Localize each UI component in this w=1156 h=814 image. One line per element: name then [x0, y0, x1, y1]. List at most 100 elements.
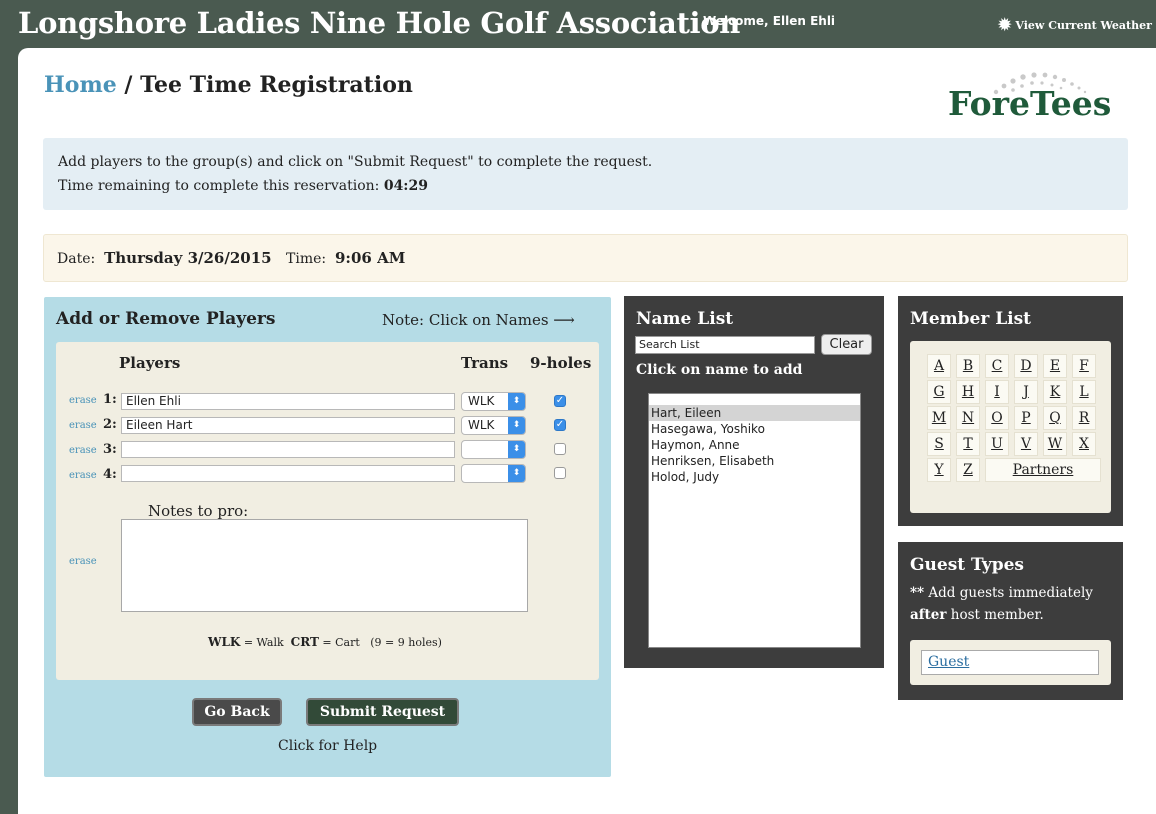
member-letter-a[interactable]: A	[927, 354, 951, 378]
guest-note-stars: **	[910, 585, 925, 601]
legend-wlk-text: = Walk	[240, 636, 291, 649]
guest-types-panel: Guest Types ** Add guests immediately af…	[898, 542, 1123, 700]
weather-label: View Current Weather	[1015, 19, 1152, 32]
player-number-3: 3:	[103, 442, 117, 457]
erase-link-2[interactable]: erase	[69, 420, 97, 431]
date-field: Date: Thursday 3/26/2015	[57, 249, 272, 267]
countdown-label: Time remaining to complete this reservat…	[58, 178, 384, 194]
notes-to-pro-textarea[interactable]	[121, 519, 528, 612]
name-option[interactable]: Haymon, Anne	[649, 437, 860, 453]
member-letter-w[interactable]: W	[1043, 432, 1067, 456]
nine-holes-checkbox-2[interactable]: ✓	[554, 419, 566, 431]
time-field: Time: 9:06 AM	[286, 249, 405, 267]
member-letter-l[interactable]: L	[1072, 380, 1096, 404]
member-letter-o[interactable]: O	[985, 406, 1009, 430]
member-letter-c[interactable]: C	[985, 354, 1009, 378]
name-option[interactable]: Holod, Judy	[649, 469, 860, 485]
player-number-2: 2:	[103, 417, 117, 432]
member-letter-h[interactable]: H	[956, 380, 980, 404]
trans-select-1[interactable]: WLK ⬍	[461, 392, 526, 411]
member-letter-e[interactable]: E	[1043, 354, 1067, 378]
legend-crt-text: = Cart (9 = 9 holes)	[318, 636, 442, 649]
legend-crt: CRT	[290, 635, 319, 649]
member-letter-q[interactable]: Q	[1043, 406, 1067, 430]
player-number-1: 1:	[103, 392, 117, 407]
players-panel: Add or Remove Players Note: Click on Nam…	[44, 297, 611, 777]
trans-select-3[interactable]: ⬍	[461, 440, 526, 459]
member-letter-v[interactable]: V	[1014, 432, 1038, 456]
players-form: Players Trans 9-holes erase 1: Ellen Ehl…	[56, 342, 599, 680]
member-letter-g[interactable]: G	[927, 380, 951, 404]
name-list-panel: Name List Search List Clear Click on nam…	[624, 296, 884, 668]
player-number-4: 4:	[103, 467, 117, 482]
name-option[interactable]: Hasegawa, Yoshiko	[649, 421, 860, 437]
member-letter-n[interactable]: N	[956, 406, 980, 430]
trans-select-4[interactable]: ⬍	[461, 464, 526, 483]
instructions-banner: Add players to the group(s) and click on…	[43, 138, 1128, 210]
top-bar: Longshore Ladies Nine Hole Golf Associat…	[0, 0, 1156, 48]
member-letter-z[interactable]: Z	[956, 458, 980, 482]
member-letter-b[interactable]: B	[956, 354, 980, 378]
member-list-panel: Member List A B C D E F G H I J K L M N O P Q R S T U V W X Y Z Pa…	[898, 296, 1123, 526]
submit-request-button[interactable]: Submit Request	[306, 698, 459, 726]
nine-holes-checkbox-3[interactable]	[554, 443, 566, 455]
member-letter-i[interactable]: I	[985, 380, 1009, 404]
member-letter-s[interactable]: S	[927, 432, 951, 456]
member-letter-m[interactable]: M	[927, 406, 951, 430]
player-input-3[interactable]	[121, 441, 455, 458]
home-link[interactable]: Home	[44, 72, 117, 98]
select-arrows-icon: ⬍	[508, 441, 525, 458]
name-option[interactable]: Hart, Eileen	[649, 405, 860, 421]
member-letter-u[interactable]: U	[985, 432, 1009, 456]
help-link[interactable]: Click for Help	[278, 738, 377, 754]
member-letter-d[interactable]: D	[1014, 354, 1038, 378]
partners-link[interactable]: Partners	[985, 458, 1101, 482]
erase-link-4[interactable]: erase	[69, 470, 97, 481]
page-title: Tee Time Registration	[140, 72, 413, 98]
nine-holes-checkbox-1[interactable]: ✓	[554, 395, 566, 407]
player-input-4[interactable]	[121, 465, 455, 482]
guest-note-end: host member.	[946, 607, 1044, 623]
trans-select-2[interactable]: WLK ⬍	[461, 416, 526, 435]
member-letter-f[interactable]: F	[1072, 354, 1096, 378]
name-listbox[interactable]: Hart, Eileen Hasegawa, Yoshiko Haymon, A…	[648, 393, 861, 648]
member-letter-j[interactable]: J	[1014, 380, 1038, 404]
guest-note-text: Add guests immediately	[924, 585, 1093, 601]
notes-to-pro-label: Notes to pro:	[148, 502, 249, 520]
foretees-logo: ForeTees	[948, 84, 1112, 123]
guest-type-list: Guest	[910, 640, 1111, 685]
clear-button[interactable]: Clear	[821, 334, 872, 355]
letter-grid: A B C D E F G H I J K L M N O P Q R S T U V W X Y Z Partners	[910, 341, 1111, 513]
welcome-text: Welcome, Ellen Ehli	[703, 14, 836, 28]
member-letter-p[interactable]: P	[1014, 406, 1038, 430]
name-option[interactable]: Henriksen, Elisabeth	[649, 453, 860, 469]
time-value: 9:06 AM	[335, 249, 406, 267]
member-letter-y[interactable]: Y	[927, 458, 951, 482]
time-label: Time:	[286, 251, 327, 267]
nine-holes-checkbox-4[interactable]	[554, 467, 566, 479]
go-back-button[interactable]: Go Back	[192, 698, 282, 726]
date-label: Date:	[57, 251, 96, 267]
member-letter-x[interactable]: X	[1072, 432, 1096, 456]
member-letter-r[interactable]: R	[1072, 406, 1096, 430]
click-names-note: Note: Click on Names ⟶	[382, 311, 575, 329]
instruction-line: Add players to the group(s) and click on…	[58, 154, 653, 170]
countdown-timer: 04:29	[383, 178, 428, 194]
erase-link-3[interactable]: erase	[69, 445, 97, 456]
players-panel-title: Add or Remove Players	[56, 309, 276, 329]
weather-link[interactable]: ✹ View Current Weather	[998, 14, 1152, 34]
trans-column-header: Trans	[461, 354, 509, 372]
trans-value-1: WLK	[468, 394, 495, 408]
erase-notes-link[interactable]: erase	[69, 556, 97, 567]
date-value: Thursday 3/26/2015	[104, 249, 272, 267]
transport-legend: WLK = Walk CRT = Cart (9 = 9 holes)	[208, 635, 442, 649]
guest-type-link[interactable]: Guest	[921, 650, 1099, 675]
search-list-input[interactable]: Search List	[635, 336, 815, 354]
erase-link-1[interactable]: erase	[69, 395, 97, 406]
guest-note-after: after	[910, 607, 947, 623]
breadcrumb-separator: /	[116, 72, 141, 98]
player-input-1[interactable]: Ellen Ehli	[121, 393, 455, 410]
member-letter-k[interactable]: K	[1043, 380, 1067, 404]
player-input-2[interactable]: Eileen Hart	[121, 417, 455, 434]
member-letter-t[interactable]: T	[956, 432, 980, 456]
